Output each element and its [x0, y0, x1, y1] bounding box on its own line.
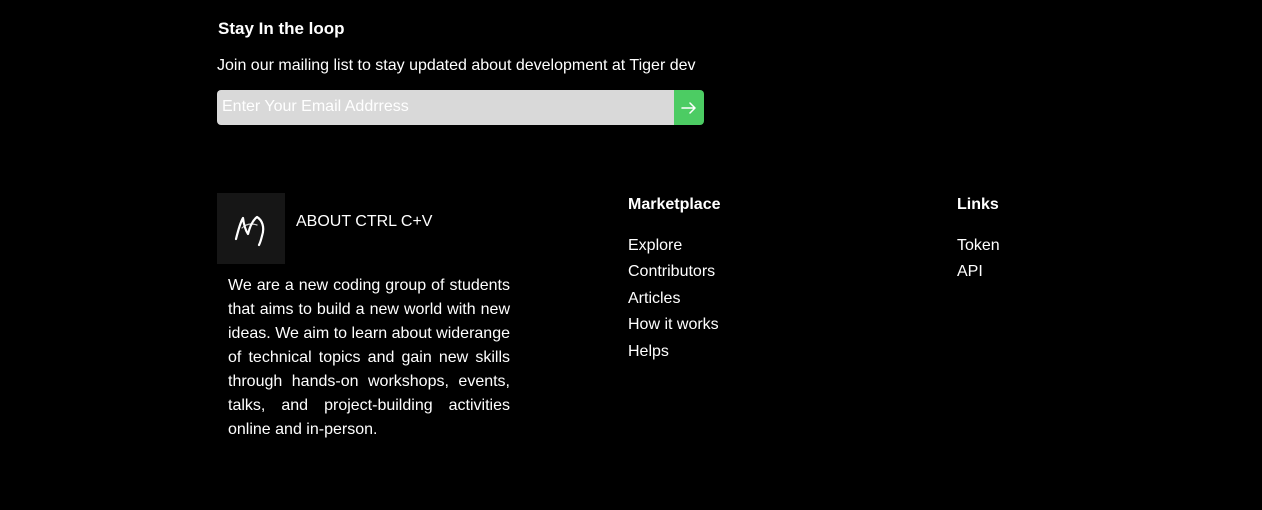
link-helps[interactable]: Helps	[628, 343, 669, 360]
newsletter-title: Stay In the loop	[218, 19, 345, 38]
about-title: ABOUT CTRL C+V	[296, 213, 433, 230]
marketplace-links: Explore Contributors Articles How it wor…	[628, 236, 719, 368]
arrow-right-icon	[681, 101, 696, 114]
about-text: We are a new coding group of students th…	[228, 277, 510, 438]
link-articles[interactable]: Articles	[628, 290, 680, 307]
link-contributors[interactable]: Contributors	[628, 263, 715, 280]
subscribe-button[interactable]	[674, 90, 704, 125]
email-input[interactable]	[217, 90, 674, 125]
links-heading: Links	[957, 196, 999, 213]
link-how-it-works[interactable]: How it works	[628, 316, 719, 333]
link-api[interactable]: API	[957, 263, 983, 280]
links-list: Token API	[957, 236, 1000, 289]
link-token[interactable]: Token	[957, 237, 1000, 254]
newsletter-form	[217, 90, 704, 125]
ctrl-cv-logo-icon	[234, 215, 265, 246]
marketplace-heading: Marketplace	[628, 196, 721, 213]
newsletter-description: Join our mailing list to stay updated ab…	[217, 57, 696, 74]
ctrl-cv-logo	[217, 193, 285, 264]
link-explore[interactable]: Explore	[628, 237, 682, 254]
